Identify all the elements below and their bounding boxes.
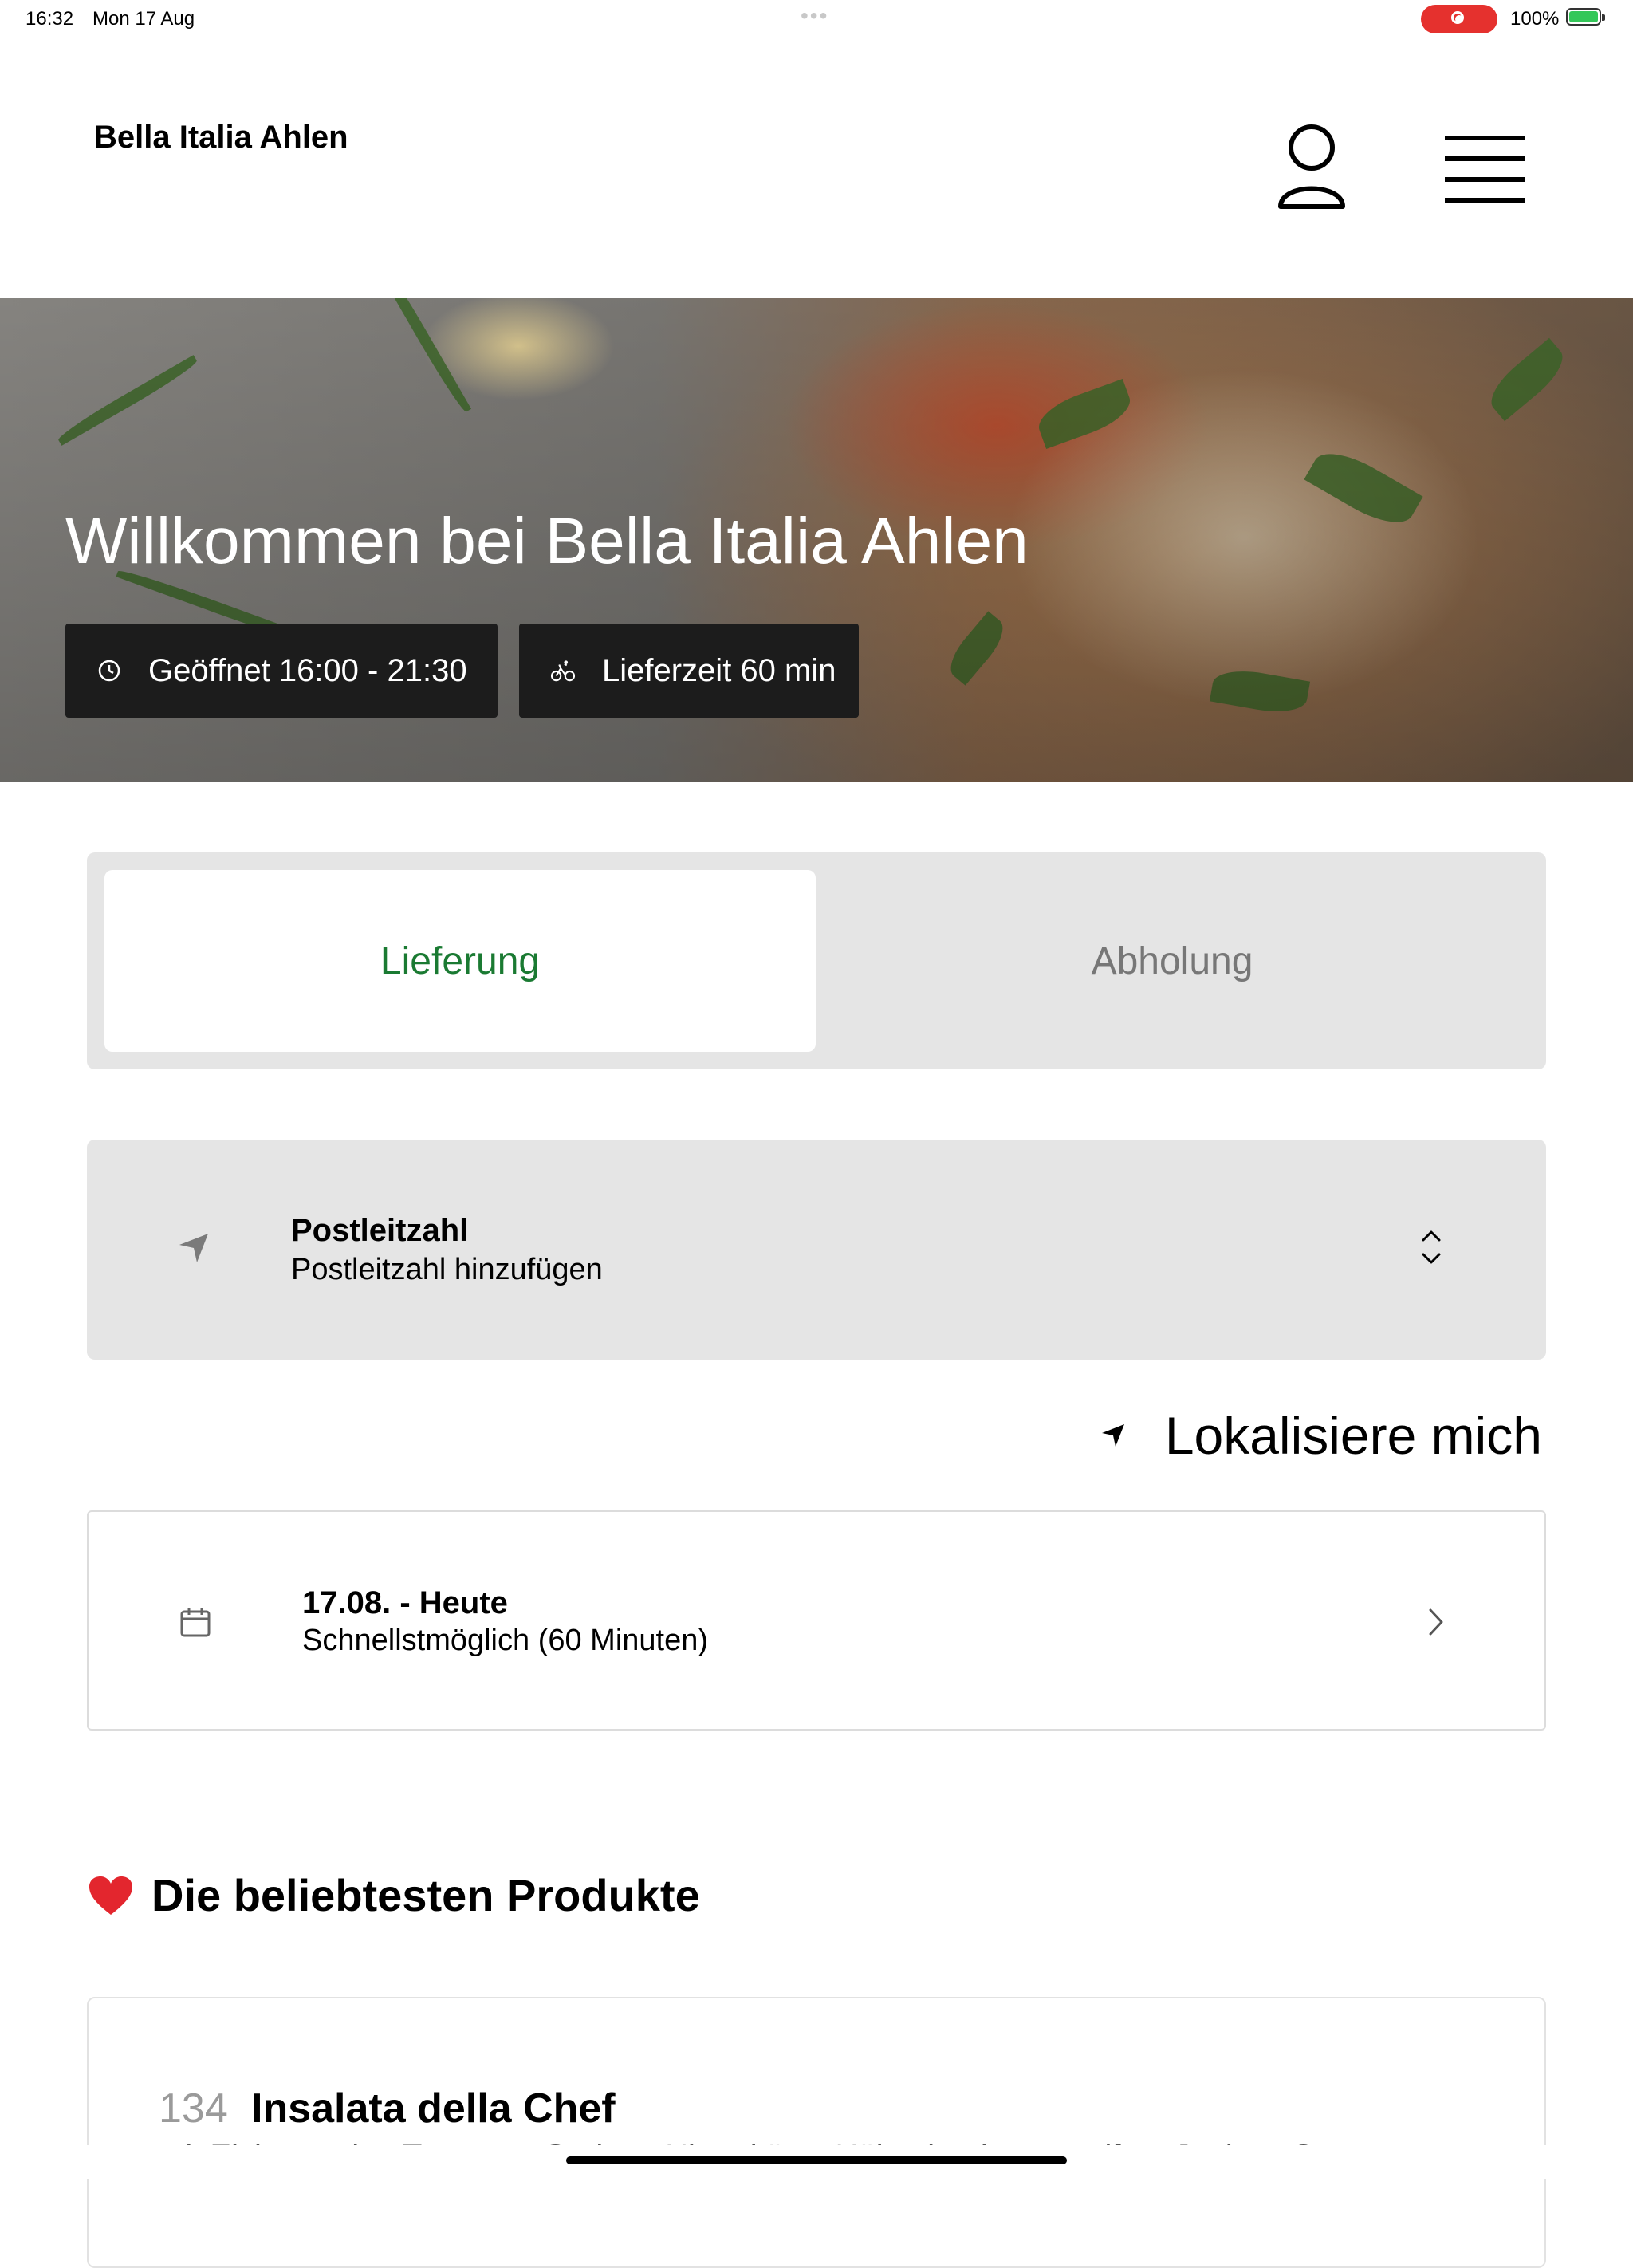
heart-icon bbox=[89, 1876, 132, 1915]
opening-hours-badge: Geöffnet 16:00 - 21:30 bbox=[65, 624, 498, 718]
chevron-right-icon bbox=[1429, 1608, 1443, 1636]
screen-recording-icon[interactable] bbox=[1421, 5, 1497, 33]
opening-hours-text: Geöffnet 16:00 - 21:30 bbox=[148, 652, 467, 688]
battery-icon bbox=[1566, 8, 1605, 26]
delivery-date: 17.08. - Heute bbox=[302, 1585, 508, 1620]
bicycle-icon bbox=[551, 659, 575, 683]
delivery-time-badge: Lieferzeit 60 min bbox=[519, 624, 859, 718]
locate-me-button[interactable]: Lokalisiere mich bbox=[1101, 1405, 1542, 1466]
postcode-label: Postleitzahl bbox=[291, 1213, 469, 1248]
calendar-icon bbox=[180, 1608, 211, 1637]
battery-percentage: 100% bbox=[1510, 8, 1560, 30]
tab-delivery[interactable]: Lieferung bbox=[104, 870, 816, 1052]
location-arrow-icon bbox=[1101, 1424, 1124, 1447]
location-arrow-icon bbox=[179, 1234, 208, 1262]
user-icon[interactable] bbox=[1276, 124, 1348, 213]
status-bar: 16:32 Mon 17 Aug ••• 100% bbox=[0, 0, 1633, 40]
home-indicator[interactable] bbox=[566, 2156, 1067, 2164]
hero-banner: Willkommen bei Bella Italia Ahlen Geöffn… bbox=[0, 298, 1633, 782]
delivery-date-selector[interactable]: 17.08. - Heute Schnellstmöglich (60 Minu… bbox=[87, 1510, 1546, 1731]
status-date: Mon 17 Aug bbox=[92, 8, 195, 30]
product-name: Insalata della Chef bbox=[251, 2085, 616, 2132]
tab-pickup[interactable]: Abholung bbox=[816, 870, 1529, 1052]
delivery-time-option: Schnellstmöglich (60 Minuten) bbox=[302, 1624, 709, 1657]
delivery-time-text: Lieferzeit 60 min bbox=[602, 652, 836, 688]
locate-me-label: Lokalisiere mich bbox=[1164, 1406, 1542, 1465]
restaurant-name[interactable]: Bella Italia Ahlen bbox=[94, 120, 348, 156]
popular-products-heading: Die beliebtesten Produkte bbox=[88, 1869, 700, 1921]
status-time: 16:32 bbox=[26, 8, 74, 30]
hamburger-menu-icon[interactable] bbox=[1445, 136, 1525, 204]
popular-products-title: Die beliebtesten Produkte bbox=[151, 1870, 700, 1920]
product-number: 134 bbox=[159, 2085, 228, 2132]
postcode-selector[interactable]: Postleitzahl Postleitzahl hinzufügen bbox=[87, 1140, 1546, 1360]
order-type-toggle: Lieferung Abholung bbox=[87, 852, 1546, 1069]
hero-heading: Willkommen bei Bella Italia Ahlen bbox=[65, 505, 1029, 577]
multitasking-dots-icon[interactable]: ••• bbox=[801, 3, 828, 29]
product-card[interactable]: 134 Insalata della Chef mit Eisbergsalat… bbox=[87, 1997, 1546, 2268]
postcode-placeholder: Postleitzahl hinzufügen bbox=[291, 1253, 603, 1286]
clock-icon bbox=[97, 659, 121, 683]
chevron-up-down-icon bbox=[1422, 1230, 1441, 1264]
